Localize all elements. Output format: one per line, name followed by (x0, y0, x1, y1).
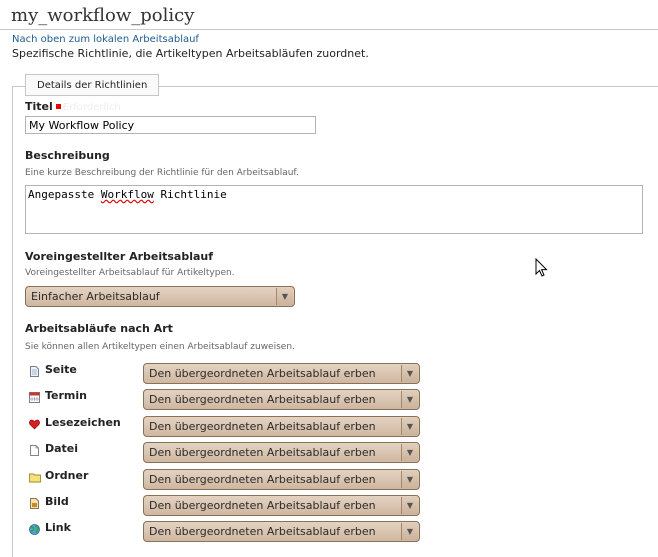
folder-icon (29, 473, 41, 483)
title-divider (0, 29, 658, 30)
page-icon (30, 366, 39, 377)
chevron-down-icon: ▼ (401, 497, 418, 514)
description-help: Eine kurze Beschreibung der Richtlinie f… (25, 168, 299, 178)
workflow-select-link[interactable]: Den übergeordneten Arbeitsablauf erben ▼ (143, 521, 420, 542)
workflow-selected-link: Den übergeordneten Arbeitsablauf erben (149, 525, 376, 538)
workflow-select-lesezeichen[interactable]: Den übergeordneten Arbeitsablauf erben ▼ (143, 416, 420, 437)
chevron-down-icon: ▼ (401, 523, 418, 540)
workflow-select-termin[interactable]: Den übergeordneten Arbeitsablauf erben ▼ (143, 389, 420, 410)
image-icon (30, 498, 39, 509)
workflow-select-datei[interactable]: Den übergeordneten Arbeitsablauf erben ▼ (143, 442, 420, 463)
required-text: Erforderlich (62, 102, 121, 113)
chevron-down-icon: ▼ (401, 471, 418, 488)
workflow-select-ordner[interactable]: Den übergeordneten Arbeitsablauf erben ▼ (143, 469, 420, 490)
workflow-selected-termin: Den übergeordneten Arbeitsablauf erben (149, 393, 376, 406)
chevron-down-icon: ▼ (401, 391, 418, 408)
heart-icon (29, 419, 40, 430)
default-workflow-help: Voreingestellter Arbeitsablauf für Artik… (25, 268, 235, 278)
workflow-selected-lesezeichen: Den übergeordneten Arbeitsablauf erben (149, 420, 376, 433)
workflows-by-type-help: Sie können allen Artikeltypen einen Arbe… (25, 342, 295, 352)
title-label-text: Titel (25, 100, 53, 113)
workflow-selected-ordner: Den übergeordneten Arbeitsablauf erben (149, 473, 376, 486)
type-label-bild: Bild (45, 495, 69, 508)
workflow-select-seite[interactable]: Den übergeordneten Arbeitsablauf erben ▼ (143, 363, 420, 384)
up-to-local-workflow-link[interactable]: Nach oben zum lokalen Arbeitsablauf (12, 34, 199, 45)
mouse-pointer-icon (535, 258, 548, 277)
description-textarea[interactable]: Angepasste Workflow Richtlinie (25, 185, 643, 234)
chevron-down-icon: ▼ (401, 365, 418, 382)
file-icon (30, 445, 39, 456)
type-label-ordner: Ordner (45, 469, 89, 482)
workflow-selected-seite: Den übergeordneten Arbeitsablauf erben (149, 367, 376, 380)
link-globe-icon (29, 524, 40, 535)
chevron-down-icon: ▼ (401, 418, 418, 435)
description-text-prefix: Angepasste (28, 188, 101, 201)
required-marker-icon (55, 104, 61, 109)
default-workflow-select[interactable]: Einfacher Arbeitsablauf ▼ (25, 286, 295, 307)
workflow-select-bild[interactable]: Den übergeordneten Arbeitsablauf erben ▼ (143, 495, 420, 516)
calendar-icon (29, 392, 40, 403)
page-description: Spezifische Richtlinie, die Artikeltypen… (12, 47, 369, 60)
title-field-label: Titel Erforderlich (25, 100, 121, 113)
fieldset-legend: Details der Richtlinien (25, 74, 160, 96)
type-label-seite: Seite (45, 363, 77, 376)
workflow-selected-datei: Den übergeordneten Arbeitsablauf erben (149, 446, 376, 459)
workflows-by-type-label: Arbeitsabläufe nach Art (25, 322, 173, 335)
description-misspelled-word: Workflow (100, 188, 154, 201)
description-text-suffix: Richtlinie (153, 188, 227, 201)
chevron-down-icon: ▼ (276, 288, 293, 305)
default-workflow-selected: Einfacher Arbeitsablauf (31, 290, 160, 303)
type-label-link: Link (45, 521, 71, 534)
workflow-selected-bild: Den übergeordneten Arbeitsablauf erben (149, 499, 376, 512)
description-field-label: Beschreibung (25, 149, 110, 162)
type-label-lesezeichen: Lesezeichen (45, 416, 121, 429)
default-workflow-label: Voreingestellter Arbeitsablauf (25, 250, 214, 263)
title-input[interactable] (25, 116, 316, 134)
chevron-down-icon: ▼ (401, 444, 418, 461)
type-label-termin: Termin (45, 389, 87, 402)
page-title: my_workflow_policy (11, 5, 195, 26)
type-label-datei: Datei (45, 442, 79, 455)
